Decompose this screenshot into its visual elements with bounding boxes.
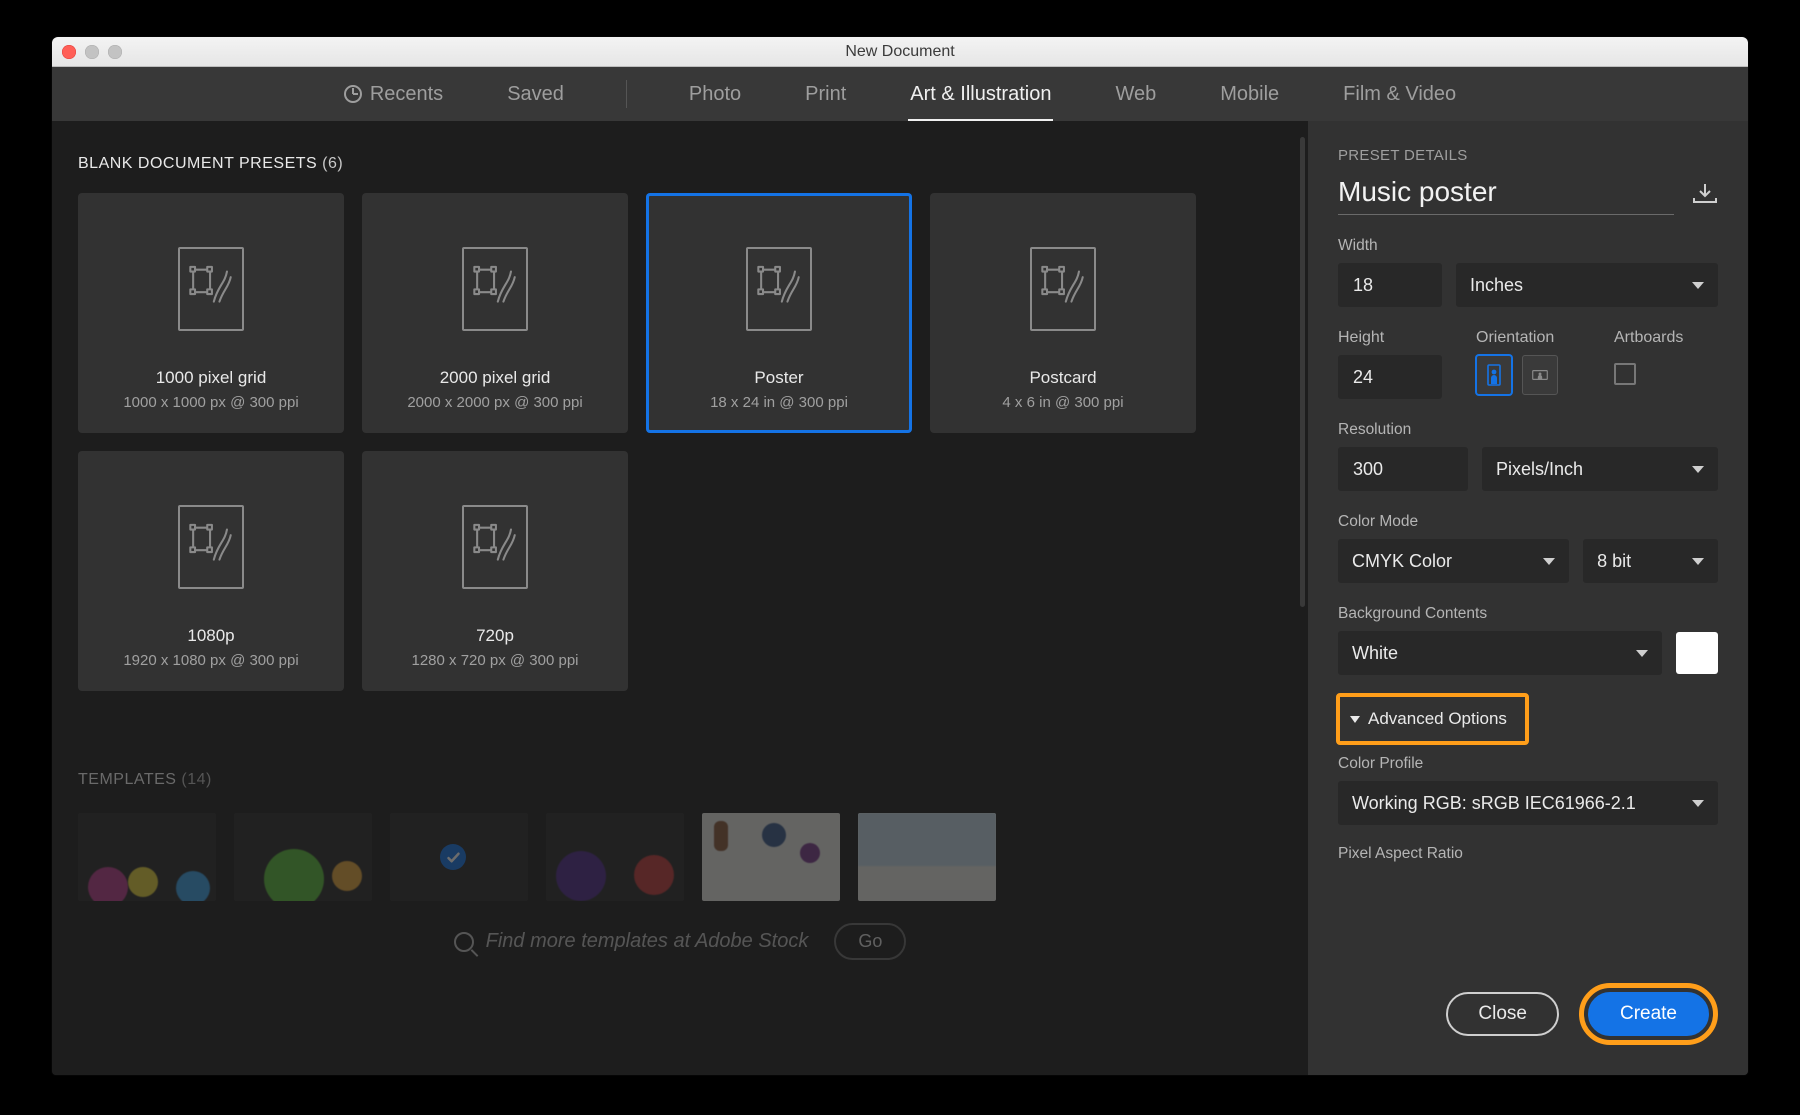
orientation-landscape-button[interactable]	[1522, 355, 1558, 395]
chevron-down-icon	[1350, 716, 1360, 723]
resolution-label: Resolution	[1338, 421, 1718, 439]
dialog-footer: Close Create	[1308, 961, 1748, 1075]
preset-2000-pixel-grid[interactable]: 2000 pixel grid 2000 x 2000 px @ 300 ppi	[362, 193, 628, 433]
background-swatch[interactable]	[1676, 632, 1718, 674]
preset-dimensions: 1280 x 720 px @ 300 ppi	[411, 652, 578, 669]
chevron-down-icon	[1692, 558, 1704, 565]
template-thumb[interactable]	[234, 813, 372, 901]
color-mode-label: Color Mode	[1338, 513, 1718, 531]
color-profile-label: Color Profile	[1338, 755, 1718, 773]
width-unit-select[interactable]: Inches	[1456, 263, 1718, 307]
document-icon	[462, 211, 528, 366]
window-maximize-icon[interactable]	[108, 45, 122, 59]
templates-strip	[78, 813, 1282, 901]
preset-dimensions: 2000 x 2000 px @ 300 ppi	[407, 394, 582, 411]
template-thumb[interactable]	[702, 813, 840, 901]
resolution-unit-select[interactable]: Pixels/Inch	[1482, 447, 1718, 491]
chevron-down-icon	[1543, 558, 1555, 565]
tab-web[interactable]: Web	[1113, 71, 1158, 118]
templates-header: TEMPLATES	[78, 771, 176, 788]
preset-dimensions: 1920 x 1080 px @ 300 ppi	[123, 652, 298, 669]
chevron-down-icon	[1692, 282, 1704, 289]
scrollbar[interactable]	[1300, 137, 1305, 607]
preset-1000-pixel-grid[interactable]: 1000 pixel grid 1000 x 1000 px @ 300 ppi	[78, 193, 344, 433]
tab-film-video[interactable]: Film & Video	[1341, 71, 1458, 118]
document-icon	[746, 211, 812, 366]
stock-search-input[interactable]: Find more templates at Adobe Stock	[454, 930, 809, 953]
document-icon	[178, 469, 244, 624]
presets-count: (6)	[322, 155, 343, 172]
tab-art-illustration[interactable]: Art & Illustration	[908, 71, 1053, 118]
chevron-down-icon	[1692, 466, 1704, 473]
template-thumb[interactable]	[390, 813, 528, 901]
preset-name: 2000 pixel grid	[440, 368, 551, 388]
artboards-checkbox[interactable]	[1614, 363, 1636, 385]
close-button[interactable]: Close	[1446, 992, 1559, 1036]
artboards-label: Artboards	[1614, 329, 1718, 347]
presets-panel: BLANK DOCUMENT PRESETS (6) 1000 pixel gr…	[52, 121, 1308, 1075]
preset-name: Postcard	[1029, 368, 1096, 388]
window-title: New Document	[52, 43, 1748, 61]
document-icon	[1030, 211, 1096, 366]
background-select[interactable]: White	[1338, 631, 1662, 675]
preset-dimensions: 18 x 24 in @ 300 ppi	[710, 394, 848, 411]
tab-separator	[626, 80, 627, 108]
document-icon	[178, 211, 244, 366]
tab-mobile[interactable]: Mobile	[1218, 71, 1281, 118]
template-thumb[interactable]	[546, 813, 684, 901]
height-input[interactable]: 24	[1338, 355, 1442, 399]
preset-720p[interactable]: 720p 1280 x 720 px @ 300 ppi	[362, 451, 628, 691]
create-button[interactable]: Create	[1588, 992, 1709, 1036]
window-minimize-icon[interactable]	[85, 45, 99, 59]
preset-1080p[interactable]: 1080p 1920 x 1080 px @ 300 ppi	[78, 451, 344, 691]
presets-header: BLANK DOCUMENT PRESETS	[78, 155, 317, 172]
tab-recents[interactable]: Recents	[342, 71, 445, 118]
preset-poster[interactable]: Poster 18 x 24 in @ 300 ppi	[646, 193, 912, 433]
clock-icon	[344, 85, 362, 103]
chevron-down-icon	[1636, 650, 1648, 657]
width-label: Width	[1338, 237, 1718, 255]
orientation-portrait-button[interactable]	[1476, 355, 1512, 395]
preset-dimensions: 4 x 6 in @ 300 ppi	[1002, 394, 1123, 411]
preset-dimensions: 1000 x 1000 px @ 300 ppi	[123, 394, 298, 411]
bit-depth-select[interactable]: 8 bit	[1583, 539, 1718, 583]
width-input[interactable]: 18	[1338, 263, 1442, 307]
document-name-input[interactable]: Music poster	[1338, 176, 1674, 215]
background-label: Background Contents	[1338, 605, 1718, 623]
preset-details-panel: PRESET DETAILS Music poster Width 18 Inc…	[1308, 121, 1748, 1075]
new-document-window: New Document Recents Saved Photo Print A…	[52, 37, 1748, 1075]
preset-name: 1080p	[187, 626, 234, 646]
titlebar: New Document	[52, 37, 1748, 67]
tab-print[interactable]: Print	[803, 71, 848, 118]
stock-go-button[interactable]: Go	[834, 923, 906, 960]
height-label: Height	[1338, 329, 1442, 347]
preset-name: Poster	[754, 368, 803, 388]
template-thumb[interactable]	[78, 813, 216, 901]
advanced-options-toggle[interactable]: Advanced Options	[1346, 705, 1513, 733]
chevron-down-icon	[1692, 800, 1704, 807]
preset-details-label: PRESET DETAILS	[1338, 147, 1718, 164]
color-profile-select[interactable]: Working RGB: sRGB IEC61966-2.1	[1338, 781, 1718, 825]
template-selected-check-icon	[440, 844, 466, 870]
window-close-icon[interactable]	[62, 45, 76, 59]
preset-name: 1000 pixel grid	[156, 368, 267, 388]
tab-photo[interactable]: Photo	[687, 71, 743, 118]
tab-saved[interactable]: Saved	[505, 71, 566, 118]
preset-name: 720p	[476, 626, 514, 646]
template-thumb[interactable]	[858, 813, 996, 901]
pixel-aspect-label: Pixel Aspect Ratio	[1338, 845, 1718, 863]
preset-postcard[interactable]: Postcard 4 x 6 in @ 300 ppi	[930, 193, 1196, 433]
category-tabs: Recents Saved Photo Print Art & Illustra…	[52, 67, 1748, 121]
orientation-label: Orientation	[1476, 329, 1580, 347]
document-icon	[462, 469, 528, 624]
templates-count: (14)	[181, 771, 211, 788]
color-mode-select[interactable]: CMYK Color	[1338, 539, 1569, 583]
save-preset-icon[interactable]	[1692, 182, 1718, 209]
search-icon	[454, 932, 474, 952]
resolution-input[interactable]: 300	[1338, 447, 1468, 491]
